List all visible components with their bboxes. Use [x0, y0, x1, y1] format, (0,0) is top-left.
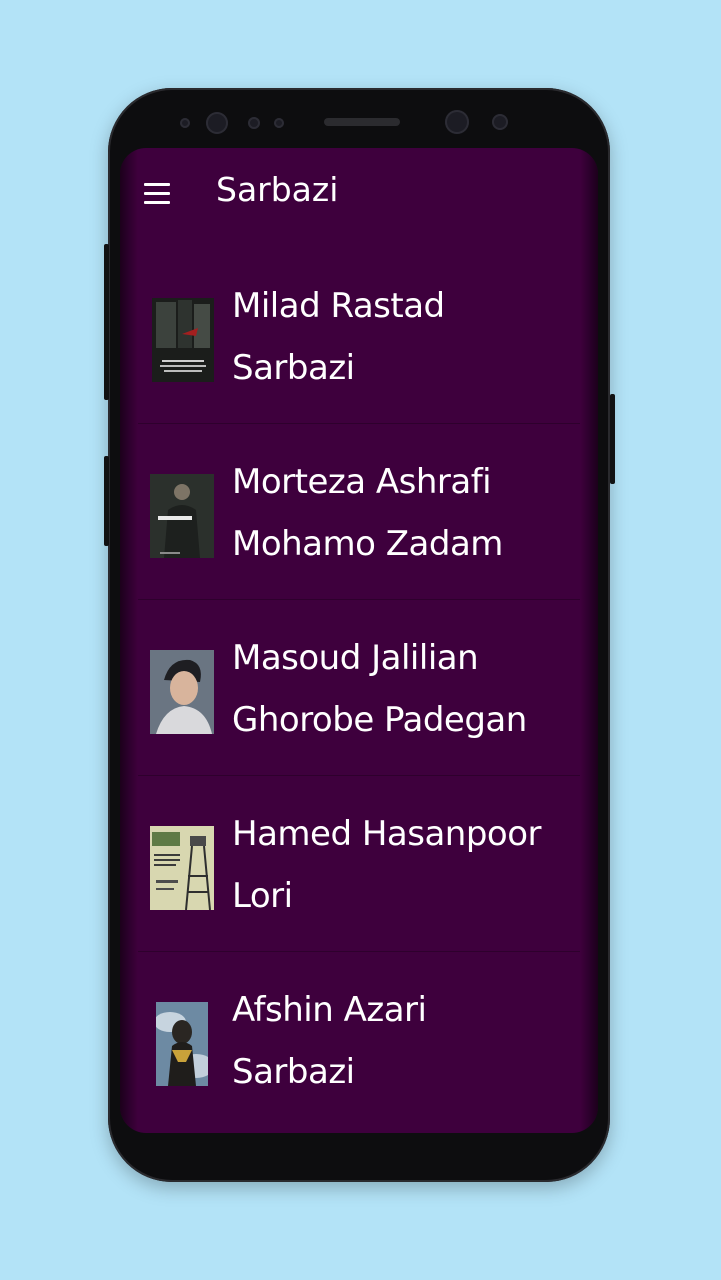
iris-sensor-icon — [248, 117, 260, 129]
front-camera-icon — [445, 110, 469, 134]
list-item[interactable]: Afshin Azari Sarbazi — [120, 952, 598, 1128]
artist-name: Hamed Hasanpoor — [232, 814, 542, 854]
album-cover-image — [150, 474, 214, 558]
song-title: Sarbazi — [232, 348, 355, 388]
album-cover-image — [152, 298, 214, 382]
hamburger-menu-icon[interactable] — [144, 183, 170, 205]
power-button — [610, 394, 615, 484]
list-item[interactable]: Hamed Hasanpoor Lori — [120, 776, 598, 952]
artist-name: Afshin Azari — [232, 990, 427, 1030]
artist-name: Morteza Ashrafi — [232, 462, 492, 502]
song-list: Milad Rastad Sarbazi Morteza Ashrafi Moh… — [120, 248, 598, 1128]
app-bar: Sarbazi — [120, 148, 598, 238]
bixby-button — [104, 244, 109, 400]
list-item[interactable]: Morteza Ashrafi Mohamo Zadam — [120, 424, 598, 600]
app-screen: Sarbazi Milad Rastad Sarbazi Morteza Ash… — [120, 148, 598, 1133]
volume-button — [104, 456, 109, 546]
light-sensor-icon — [274, 118, 284, 128]
song-title: Sarbazi — [232, 1052, 355, 1092]
album-cover-image — [150, 826, 214, 910]
list-item[interactable]: Milad Rastad Sarbazi — [120, 248, 598, 424]
sensor-icon — [180, 118, 190, 128]
earpiece-speaker — [324, 118, 400, 126]
artist-name: Masoud Jalilian — [232, 638, 479, 678]
page-title: Sarbazi — [216, 170, 339, 209]
song-title: Mohamo Zadam — [232, 524, 503, 564]
iris-camera-icon — [492, 114, 508, 130]
song-title: Lori — [232, 876, 293, 916]
song-title: Ghorobe Padegan — [232, 700, 527, 740]
album-cover-image — [150, 650, 214, 734]
proximity-sensor-icon — [206, 112, 228, 134]
top-bezel — [108, 88, 610, 148]
list-item[interactable]: Masoud Jalilian Ghorobe Padegan — [120, 600, 598, 776]
artist-name: Milad Rastad — [232, 286, 445, 326]
album-cover-image — [156, 1002, 208, 1086]
